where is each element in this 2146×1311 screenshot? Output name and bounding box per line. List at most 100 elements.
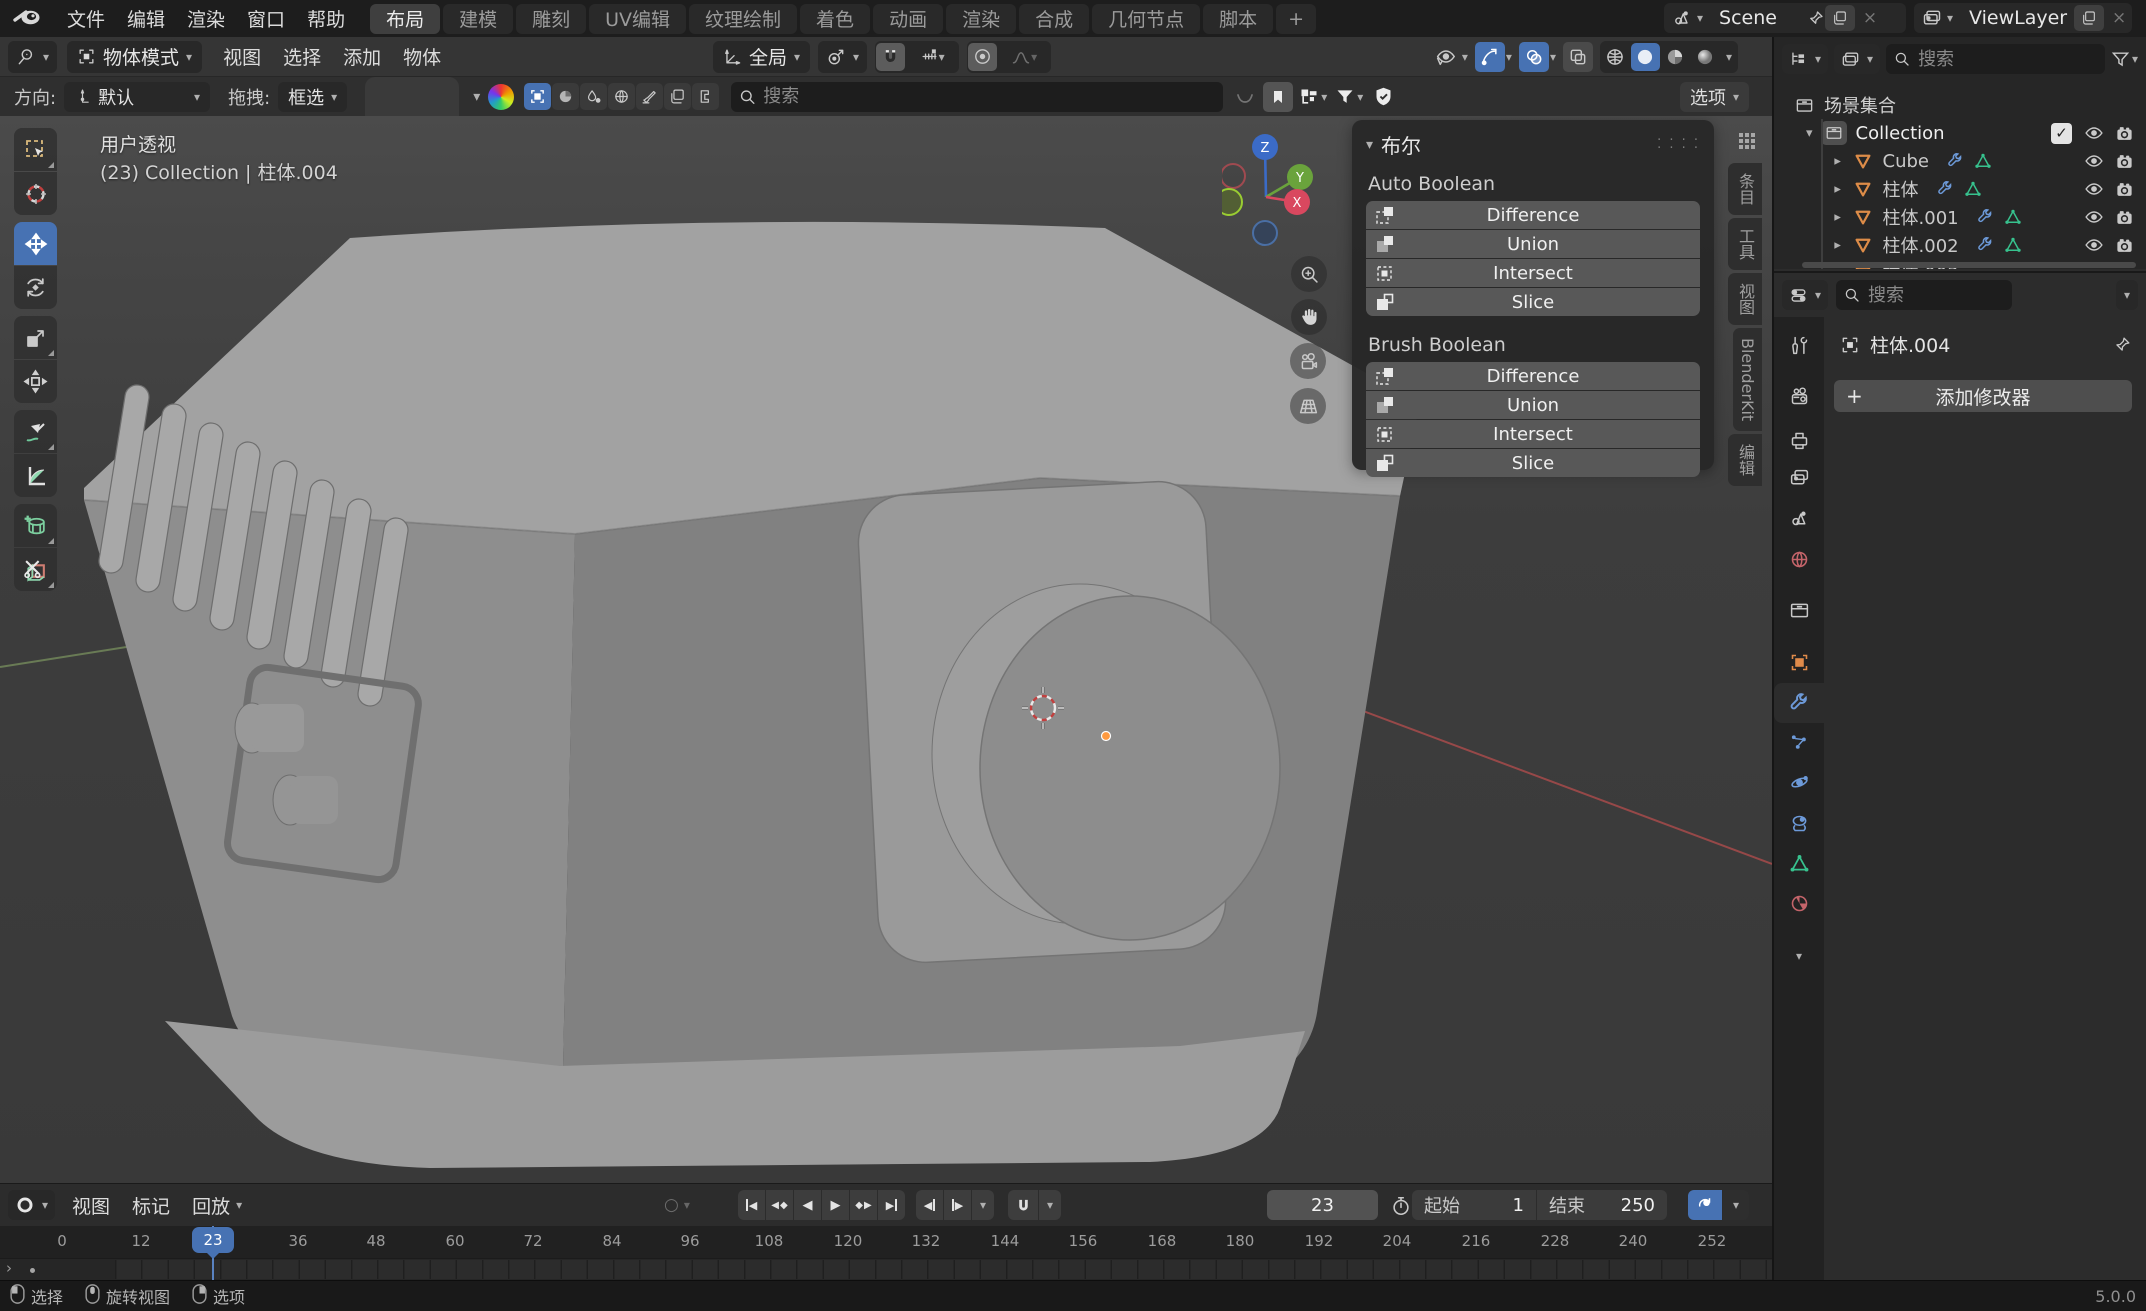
tab-object-data[interactable] — [1774, 843, 1824, 883]
prev-keyframe-button[interactable]: ◀◆ — [766, 1190, 793, 1220]
stopwatch-icon[interactable] — [1390, 1195, 1412, 1217]
show-gizmo-toggle[interactable] — [1475, 42, 1505, 72]
options-dropdown[interactable]: 选项 ▾ — [1680, 82, 1749, 112]
brush-intersect-button[interactable]: Intersect — [1366, 420, 1700, 448]
tab-material[interactable] — [1774, 883, 1824, 923]
chevron-down-icon[interactable]: ▾ — [1506, 51, 1512, 63]
hide-eye-icon[interactable] — [2082, 151, 2106, 171]
navigation-gizmo[interactable]: Z Y X — [1222, 130, 1317, 250]
chevron-down-icon[interactable]: ▾ — [1462, 51, 1468, 63]
tool-add-primitive[interactable] — [14, 504, 57, 547]
blender-logo-icon[interactable] — [12, 5, 42, 32]
timeline-menu-playback[interactable]: 回放▾ — [181, 1192, 253, 1219]
sidebar-tab-blenderkit[interactable]: BlenderKit — [1733, 328, 1762, 431]
chevron-down-icon[interactable]: ▾ — [1550, 51, 1556, 63]
menu-edit[interactable]: 编辑 — [116, 5, 176, 32]
expand-icon[interactable]: ▾ — [1831, 186, 1844, 193]
current-frame-field[interactable]: 23 — [1267, 1190, 1378, 1220]
shading-material-button[interactable] — [1661, 43, 1690, 71]
outliner-search-input[interactable] — [1886, 44, 2105, 74]
brush-union-button[interactable]: Union — [1366, 391, 1700, 419]
workspace-tab-texture-paint[interactable]: 纹理绘制 — [689, 4, 797, 34]
disable-render-camera-icon[interactable] — [2112, 236, 2136, 255]
camera-view-button[interactable] — [1290, 343, 1326, 379]
disable-render-camera-icon[interactable] — [2112, 208, 2136, 227]
playhead[interactable]: 23 — [192, 1227, 234, 1253]
playback-sync-toggle[interactable] — [1688, 1190, 1722, 1220]
outliner-row-collection[interactable]: ▾ Collection ✓ — [1774, 119, 2146, 147]
remove-viewlayer-button[interactable]: × — [2106, 8, 2132, 28]
drag-mode-dropdown[interactable]: 框选 ▾ — [278, 82, 347, 112]
step-options-dropdown[interactable]: ▾ — [972, 1190, 994, 1220]
tool-orientation-dropdown[interactable]: 默认 ▾ — [64, 82, 210, 112]
outliner-display-mode-dropdown[interactable]: ▾ — [1782, 44, 1828, 74]
asset-type-brush-button[interactable] — [580, 83, 607, 110]
outliner-scrollbar[interactable] — [1802, 262, 2136, 268]
tab-object[interactable] — [1774, 642, 1824, 682]
hide-eye-icon[interactable] — [2082, 207, 2106, 227]
tab-world[interactable] — [1774, 539, 1824, 579]
sidebar-tab-edit[interactable]: 编辑 — [1728, 434, 1762, 486]
auto-slice-button[interactable]: Slice — [1366, 288, 1700, 316]
tool-move[interactable] — [14, 222, 57, 265]
pivot-point-dropdown[interactable]: ▾ — [818, 41, 867, 73]
3d-viewport[interactable]: 用户透视 (23) Collection | 柱体.004 — [0, 116, 1772, 1183]
auto-union-button[interactable]: Union — [1366, 230, 1700, 258]
menu-window[interactable]: 窗口 — [236, 5, 296, 32]
tool-measure[interactable] — [14, 454, 57, 497]
visibility-dropdown[interactable] — [1431, 42, 1461, 72]
tool-annotate[interactable] — [14, 410, 57, 453]
pin-icon[interactable] — [1807, 9, 1825, 27]
step-forward-button[interactable]: ▶ — [944, 1190, 971, 1220]
properties-search-input[interactable] — [1836, 280, 2012, 310]
menu-render[interactable]: 渲染 — [176, 5, 236, 32]
timeline-track[interactable]: › — [0, 1258, 1772, 1280]
snap-toggle[interactable] — [876, 43, 905, 71]
tab-physics[interactable] — [1774, 762, 1824, 802]
outliner-filter-button[interactable]: ▾ — [2111, 50, 2138, 69]
workspace-tab-modeling[interactable]: 建模 — [443, 4, 513, 34]
expand-icon[interactable]: ▾ — [1806, 127, 1813, 140]
workspace-tab-animation[interactable]: 动画 — [873, 4, 943, 34]
xray-toggle[interactable] — [1563, 42, 1593, 72]
editor-type-button[interactable]: ▾ — [8, 41, 57, 73]
auto-difference-button[interactable]: Difference — [1366, 201, 1700, 229]
add-workspace-button[interactable]: + — [1276, 4, 1316, 34]
menu-add[interactable]: 添加 — [332, 43, 392, 70]
brush-slice-button[interactable]: Slice — [1366, 449, 1700, 477]
brush-difference-button[interactable]: Difference — [1366, 362, 1700, 390]
menu-file[interactable]: 文件 — [56, 5, 116, 32]
sidebar-tab-tool[interactable]: 工具 — [1728, 218, 1762, 270]
scene-name[interactable]: Scene — [1711, 7, 1807, 29]
mode-selector[interactable]: 物体模式 ▾ — [67, 41, 202, 73]
sidebar-tab-item[interactable]: 条目 — [1728, 163, 1762, 215]
tool-scale[interactable] — [14, 316, 57, 359]
tab-more[interactable]: ▾ — [1774, 936, 1824, 976]
disable-render-camera-icon[interactable] — [2112, 180, 2136, 199]
auto-intersect-button[interactable]: Intersect — [1366, 259, 1700, 287]
tab-particles[interactable] — [1774, 722, 1824, 762]
timeline-menu-view[interactable]: 视图 — [61, 1192, 121, 1219]
snap-options-dropdown[interactable]: ▾ — [1039, 1190, 1061, 1220]
tab-viewlayer[interactable] — [1774, 458, 1824, 498]
shield-check-icon[interactable] — [1373, 86, 1394, 107]
filters-button[interactable]: ▾ — [1335, 87, 1363, 107]
workspace-tab-sculpt[interactable]: 雕刻 — [516, 4, 586, 34]
timeline-snap-toggle[interactable] — [1008, 1190, 1038, 1220]
sidebar-grip-icon[interactable] — [1738, 132, 1756, 155]
tab-tool[interactable] — [1774, 325, 1824, 365]
frame-start-field[interactable]: 起始 1 — [1412, 1190, 1536, 1220]
viewlayer-browse-button[interactable]: ▾ — [1914, 3, 1961, 33]
blenderkit-collapse-icon[interactable]: ▾ — [473, 90, 480, 104]
timeline-menu-marker[interactable]: 标记 — [121, 1192, 181, 1219]
tab-render[interactable] — [1774, 376, 1824, 416]
show-overlays-toggle[interactable] — [1519, 42, 1549, 72]
tab-output[interactable] — [1774, 420, 1824, 460]
channel-expand-icon[interactable]: › — [6, 1259, 12, 1277]
jump-to-start-button[interactable]: ◀ — [738, 1190, 765, 1220]
workspace-tab-scripting[interactable]: 脚本 — [1203, 4, 1273, 34]
pan-button[interactable] — [1291, 299, 1327, 335]
outliner-filter-image-dropdown[interactable]: ▾ — [1834, 44, 1880, 74]
tab-collection[interactable] — [1774, 590, 1824, 630]
tab-constraints[interactable] — [1774, 803, 1824, 843]
